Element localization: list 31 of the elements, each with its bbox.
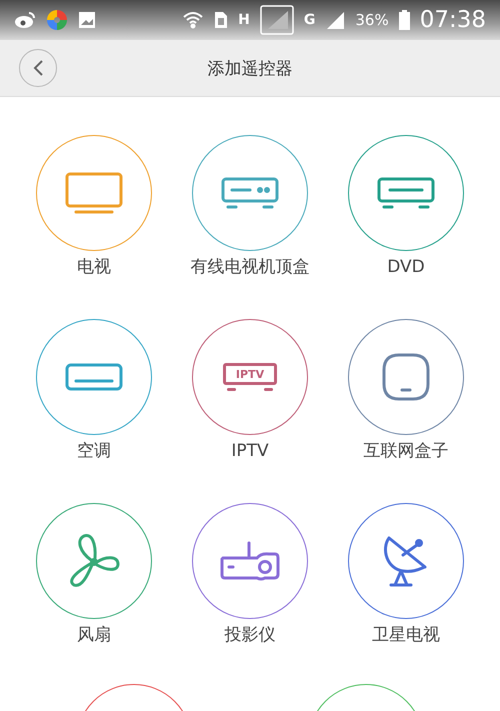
set-top-box-icon (220, 176, 280, 210)
device-label: 电视 (76, 256, 112, 278)
signal-icon (325, 10, 346, 30)
weibo-icon (14, 11, 36, 29)
back-icon (32, 59, 44, 77)
air-conditioner-icon (64, 362, 124, 392)
device-label: 互联网盒子 (362, 440, 450, 462)
network-type: H (238, 12, 250, 28)
app-icon (46, 9, 68, 31)
projector-icon (219, 540, 281, 582)
wifi-icon (182, 11, 204, 29)
dvd-player-icon (376, 176, 436, 210)
battery-icon (398, 10, 410, 30)
page-title: 添加遥控器 (206, 58, 294, 80)
network-type: G (304, 12, 316, 28)
device-label: IPTV (230, 440, 270, 462)
tv-icon (64, 171, 124, 215)
device-button[interactable]: IPTV (192, 319, 308, 435)
battery-percent: 36% (355, 11, 389, 29)
router-box-icon (381, 352, 431, 402)
image-icon (78, 11, 96, 29)
sim-card-icon (214, 11, 228, 29)
device-label: 空调 (76, 440, 112, 462)
device-label: DVD (386, 256, 426, 278)
device-label: 卫星电视 (371, 624, 441, 646)
device-label: 风扇 (76, 624, 112, 646)
clock: 07:38 (420, 7, 486, 33)
back-button[interactable] (19, 49, 57, 87)
device-label: 投影仪 (224, 624, 276, 646)
signal-icon (260, 5, 294, 35)
device-label: 有线电视机顶盒 (190, 256, 310, 278)
